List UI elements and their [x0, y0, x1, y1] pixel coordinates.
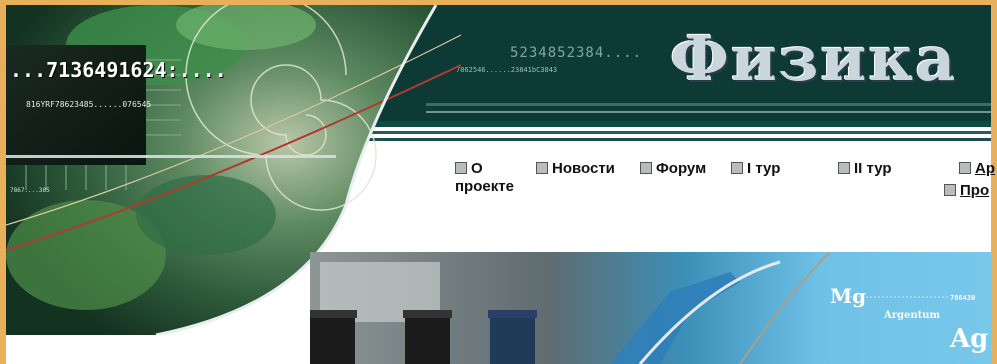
bullet-square-icon — [959, 162, 971, 174]
bullet-square-icon — [640, 162, 652, 174]
digits-overlay: ...7136491624:.... — [10, 58, 227, 82]
banner-stripe — [426, 103, 991, 106]
nav-item-round-1[interactable]: I тур — [731, 160, 780, 178]
digits-overlay-tiny: 7867....385 — [10, 187, 50, 194]
bullet-square-icon — [944, 184, 956, 196]
nav-item-forum[interactable]: Форум — [640, 160, 706, 178]
nav-item-label: II тур — [854, 160, 892, 177]
nav-item-news[interactable]: Новости — [536, 160, 615, 178]
digits-overlay-small: 816YRF78623485......076545 — [26, 100, 152, 109]
banner-number: 5234852384.... — [510, 45, 643, 61]
bullet-square-icon — [536, 162, 548, 174]
bullet-square-icon — [838, 162, 850, 174]
nav-item-label: О — [471, 160, 483, 177]
frame-right — [991, 0, 997, 364]
bullet-square-icon — [731, 162, 743, 174]
element-symbol-ag: Ag — [950, 324, 989, 354]
lab-photo-artwork — [310, 252, 991, 364]
banner-stripe — [426, 111, 991, 113]
nav-item-archive[interactable]: Ар — [959, 160, 995, 178]
element-symbol-mg: Mg — [830, 284, 867, 308]
element-digits: 786430 — [950, 294, 976, 302]
bullet-square-icon — [455, 162, 467, 174]
nav-item-label: Форум — [656, 160, 707, 177]
nav-item-label: Ар — [975, 160, 995, 177]
nav-item-round-2[interactable]: II тур — [838, 160, 892, 178]
lab-photo-banner: Mg 786430 Argentum Ag — [310, 252, 991, 364]
site-logo[interactable]: Физика — [670, 28, 957, 90]
nav-item-label: Новости — [552, 160, 615, 177]
element-name-argentum: Argentum — [884, 310, 941, 321]
nav-item-label-line2: проекте — [455, 178, 514, 195]
nav-item-label: Про — [960, 182, 990, 199]
nav-item-about[interactable]: О проекте — [455, 160, 514, 196]
nav-item-label: I тур — [747, 160, 781, 177]
nav-item-pro[interactable]: Про — [944, 182, 989, 200]
banner-number-small: 7862546......23841bC3843 — [456, 66, 558, 74]
